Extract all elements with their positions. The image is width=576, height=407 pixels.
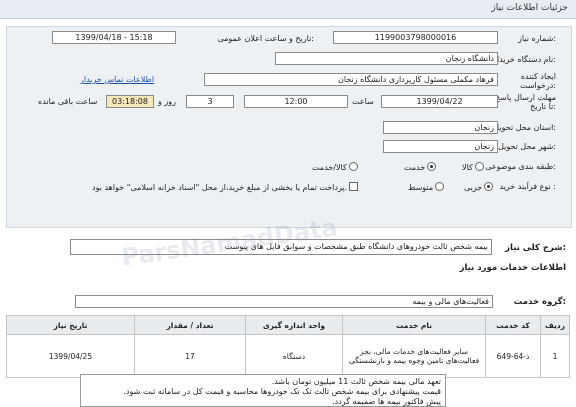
buyer-org-field: دانشگاه زنجان [275,52,498,65]
treasury-payment-option[interactable]: پرداخت تمام یا بخشی از مبلغ خرید،از محل … [92,182,359,192]
category-radio-service[interactable] [427,162,437,171]
summary-field: بیمه شخص ثالث خودروهای دانشگاه طبق مشخصا… [70,239,492,255]
treasury-payment-checkbox[interactable] [349,182,359,191]
table-row: 1 ذ-64-649 سایر فعالیت‌های خدمات مالی، ب… [6,334,570,378]
purchase-option-medium-label: متوسط [408,183,434,192]
col-unit: واحد اندازه گیری [245,315,343,335]
deadline-date-field: 1399/04/22 [381,95,498,108]
services-section-title: اطلاعات خدمات مورد نیاز [459,263,566,273]
remaining-time-field: 03:18:08 [106,95,154,108]
purchase-option-minor[interactable]: جزیی [464,182,494,192]
delivery-city-field: زنجان [383,140,498,153]
buyer-contact-link[interactable]: اطلاعات تماس خریدار [80,75,154,84]
treasury-payment-label: پرداخت تمام یا بخشی از مبلغ خرید،از محل … [92,183,348,192]
remaining-days-label: روز و [158,97,176,106]
services-table: ردیف کد خدمت نام خدمت واحد اندازه گیری ت… [6,315,570,378]
col-row-number: ردیف [540,315,570,335]
delivery-city-label: شهر محل تحویل: [498,142,556,151]
category-option-goods-service[interactable]: کالا/خدمت [312,162,358,172]
deadline-time-field: 12:00 [244,95,348,108]
cell-need-date: 1399/04/25 [6,334,135,378]
category-radio-goods[interactable] [474,162,484,171]
category-radio-goods-service[interactable] [348,162,358,171]
page-title: جزئیات اطلاعات نیاز [491,3,568,13]
deadline-label: مهلت ارسال پاسخ: تا تاریخ: [492,93,556,111]
table-header-row: ردیف کد خدمت نام خدمت واحد اندازه گیری ت… [6,315,570,335]
col-service-name: نام خدمت [342,315,486,335]
purchase-radio-minor[interactable] [484,182,494,191]
category-option-service[interactable]: خدمت [404,162,437,172]
purchase-type-label: نوع فرآیند خرید : [499,182,556,191]
category-option-service-label: خدمت [404,163,426,172]
service-group-field: فعالیت‌های مالی و بیمه [75,295,493,308]
category-option-goods-service-label: کالا/خدمت [312,163,347,172]
service-group-label: گروه خدمت: [513,297,566,307]
category-option-goods[interactable]: کالا [462,162,484,172]
delivery-province-field: زنجان [383,121,498,134]
creator-field: فرهاد مکملی مسئول کارپردازی دانشگاه زنجا… [204,73,498,86]
creator-label: ایجاد کننده درخواست: [520,72,556,90]
cell-quantity: 17 [134,334,246,378]
purchase-option-minor-label: جزیی [464,183,483,192]
category-option-goods-label: کالا [462,163,473,172]
deadline-time-label: ساعت [352,97,374,106]
col-quantity: تعداد / مقدار [134,315,246,335]
note-line: قیمت پیشنهادی برای بیمه شخص ثالث تک تک خ… [123,387,441,396]
announce-datetime-label: تاریخ و ساعت اعلان عمومی: [217,34,314,43]
remaining-days-field: 3 [186,95,234,108]
purchase-option-medium[interactable]: متوسط [408,182,445,192]
col-need-date: تاریخ نیاز [6,315,135,335]
delivery-province-label: استان محل تحویل: [493,123,556,132]
remaining-time-label: ساعت باقی مانده [38,97,98,106]
buyer-notes: تعهد مالی بیمه شخص ثالث 11 میلیون تومان … [80,374,446,407]
note-line: پیش فاکتور بیمه ها ضمیمه گردد. [332,397,441,406]
summary-label: شرح کلی نیاز: [505,243,566,253]
purchase-radio-medium[interactable] [435,182,445,191]
need-number-field: 1199003798000016 [333,31,498,44]
cell-unit: دستگاه [245,334,343,378]
page-header: جزئیات اطلاعات نیاز [0,0,576,19]
need-number-label: شماره نیاز: [517,34,556,43]
category-label: طبقه بندی موضوعی: [485,162,556,171]
note-line: تعهد مالی بیمه شخص ثالث 11 میلیون تومان … [271,377,441,386]
cell-service-code: ذ-64-649 [485,334,541,378]
buyer-org-label: نام دستگاه خریدار: [492,55,556,64]
col-service-code: کد خدمت [485,315,541,335]
cell-row-number: 1 [540,334,570,378]
announce-datetime-field: 1399/04/18 - 15:18 [52,31,176,44]
cell-service-name: سایر فعالیت‌های خدمات مالی، بجز فعالیت‌ه… [342,334,486,378]
